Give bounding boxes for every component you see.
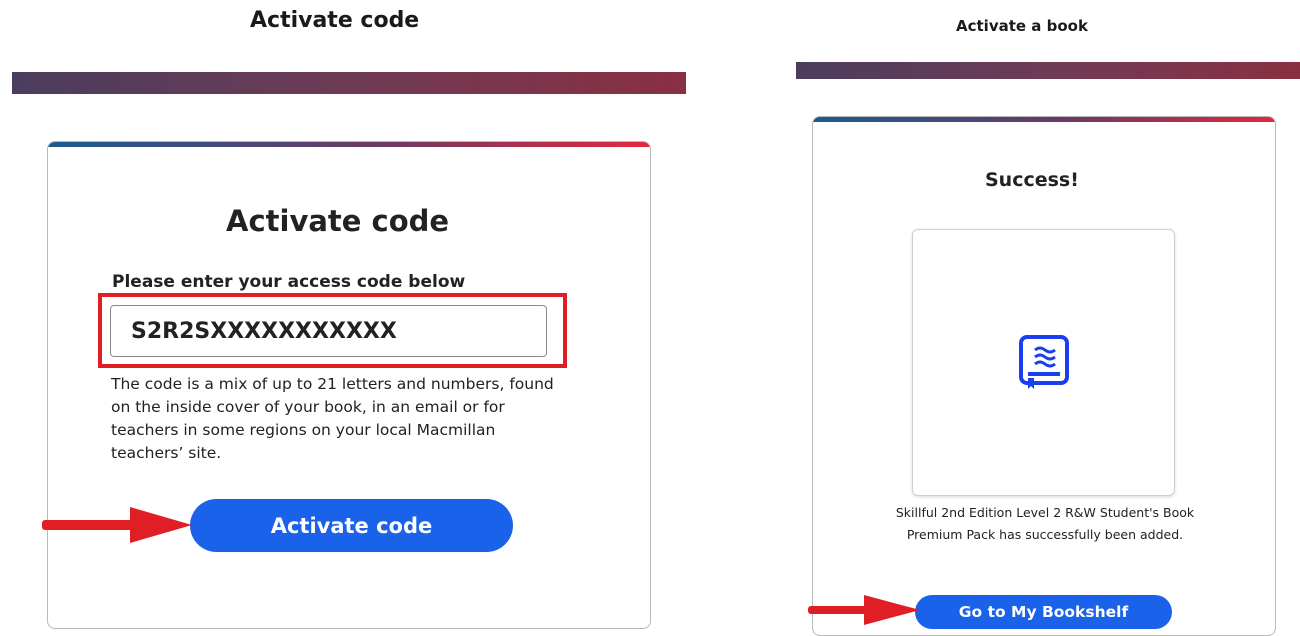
go-to-bookshelf-button[interactable]: Go to My Bookshelf	[915, 595, 1172, 629]
activate-code-card: Activate code Please enter your access c…	[47, 141, 651, 629]
right-page-header-title: Activate a book	[956, 17, 1088, 35]
left-header-banner	[12, 72, 686, 94]
access-code-input[interactable]	[110, 305, 547, 357]
success-title: Success!	[985, 169, 1079, 191]
annotation-arrow-icon	[808, 595, 920, 625]
book-icon	[1019, 335, 1069, 389]
card-accent-line	[48, 142, 650, 147]
success-card: Success! Skillful 2nd Edition Level 2 R&…	[812, 116, 1276, 636]
card-accent-line	[813, 117, 1275, 122]
activate-code-button[interactable]: Activate code	[190, 499, 513, 552]
right-header-banner	[796, 62, 1300, 79]
access-code-help-text: The code is a mix of up to 21 letters an…	[111, 375, 554, 462]
left-page-header-title: Activate code	[250, 8, 420, 33]
annotation-arrow-icon	[42, 507, 192, 543]
access-code-label: Please enter your access code below	[112, 272, 466, 292]
card-title: Activate code	[226, 204, 450, 238]
book-cover-tile	[912, 229, 1175, 496]
success-message: Skillful 2nd Edition Level 2 R&W Student…	[895, 505, 1195, 542]
